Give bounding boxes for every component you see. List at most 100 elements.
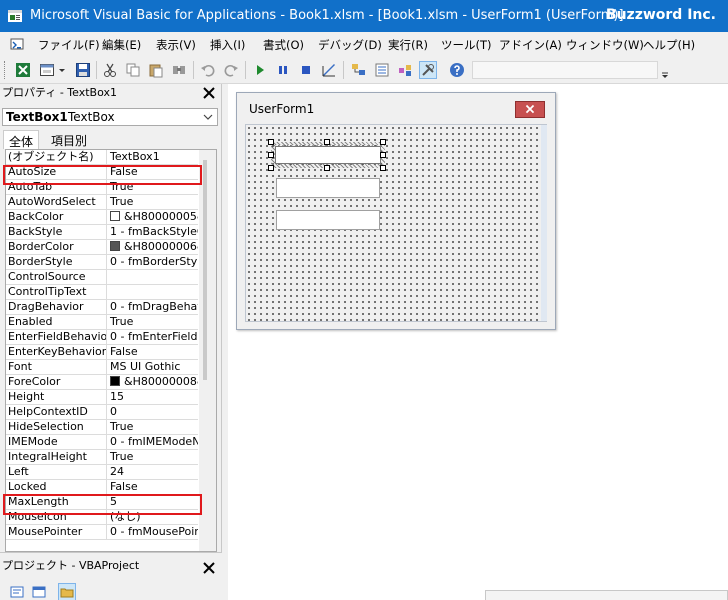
property-row[interactable]: (オブジェクト名) TextBox1 bbox=[6, 150, 198, 165]
cut-icon[interactable] bbox=[101, 61, 119, 79]
property-row[interactable]: Left 24 bbox=[6, 465, 198, 480]
property-row[interactable]: IMEMode0 - fmIMEModeNoControl bbox=[6, 435, 198, 450]
property-value[interactable]: True bbox=[108, 450, 198, 465]
resize-handle[interactable] bbox=[324, 165, 330, 171]
menu-view[interactable]: 表示(V) bbox=[156, 37, 196, 53]
property-row[interactable]: BorderStyle0 - fmBorderStyleNone bbox=[6, 255, 198, 270]
resize-handle[interactable] bbox=[268, 152, 274, 158]
menu-addins[interactable]: アドイン(A) bbox=[499, 37, 562, 53]
menu-edit[interactable]: 編集(E) bbox=[102, 37, 141, 53]
property-value[interactable]: 0 - fmDragBehaviorDisabled bbox=[108, 300, 198, 315]
toolbar-options-icon[interactable] bbox=[660, 60, 670, 80]
resize-handle[interactable] bbox=[380, 152, 386, 158]
run-icon[interactable] bbox=[251, 61, 269, 79]
excel-icon[interactable] bbox=[14, 61, 32, 79]
property-value[interactable]: 0 - fmMousePointerDefault bbox=[108, 525, 198, 540]
property-row[interactable]: BorderColor &H80000006& bbox=[6, 240, 198, 255]
break-icon[interactable] bbox=[274, 61, 292, 79]
property-row[interactable]: ControlTipText bbox=[6, 285, 198, 300]
menu-insert[interactable]: 挿入(I) bbox=[210, 37, 245, 53]
close-icon[interactable] bbox=[200, 559, 218, 577]
property-row[interactable]: Enabled True bbox=[6, 315, 198, 330]
property-value[interactable]: TextBox1 bbox=[108, 150, 198, 165]
paste-icon[interactable] bbox=[147, 61, 165, 79]
close-icon[interactable] bbox=[200, 84, 218, 102]
property-value[interactable]: &H80000005& bbox=[108, 210, 198, 225]
reset-icon[interactable] bbox=[297, 61, 315, 79]
resize-handle[interactable] bbox=[324, 139, 330, 145]
property-row[interactable]: MousePointer0 - fmMousePointerDefault bbox=[6, 525, 198, 540]
property-value[interactable]: 0 - fmBorderStyleNone bbox=[108, 255, 198, 270]
property-row[interactable]: Font MS UI Gothic bbox=[6, 360, 198, 375]
toolbox-icon[interactable] bbox=[419, 61, 437, 79]
property-value[interactable]: 0 - fmIMEModeNoControl bbox=[108, 435, 198, 450]
chevron-down-icon[interactable] bbox=[203, 113, 213, 121]
property-row[interactable]: ControlSource bbox=[6, 270, 198, 285]
property-value[interactable]: False bbox=[108, 345, 198, 360]
undo-icon[interactable] bbox=[199, 61, 217, 79]
property-grid-scrollbar[interactable] bbox=[199, 150, 216, 551]
menu-debug[interactable]: デバッグ(D) bbox=[318, 37, 382, 53]
menu-run[interactable]: 実行(R) bbox=[388, 37, 428, 53]
menu-format[interactable]: 書式(O) bbox=[263, 37, 304, 53]
property-row[interactable]: HelpContextID 0 bbox=[6, 405, 198, 420]
textbox2-control[interactable] bbox=[276, 178, 380, 198]
property-row[interactable]: ForeColor &H80000008& bbox=[6, 375, 198, 390]
object-browser-icon[interactable] bbox=[396, 61, 414, 79]
property-value[interactable]: &H80000006& bbox=[108, 240, 198, 255]
textbox3-control[interactable] bbox=[276, 210, 380, 230]
menu-file[interactable]: ファイル(F) bbox=[38, 37, 100, 53]
property-row[interactable]: BackStyle1 - fmBackStyleOpaque bbox=[6, 225, 198, 240]
resize-handle[interactable] bbox=[268, 139, 274, 145]
property-row[interactable]: IntegralHeight True bbox=[6, 450, 198, 465]
property-row[interactable]: DragBehavior0 - fmDragBehaviorDisabled bbox=[6, 300, 198, 315]
property-row[interactable]: BackColor &H80000005& bbox=[6, 210, 198, 225]
property-value[interactable] bbox=[108, 270, 198, 285]
property-value[interactable]: 0 - fmEnterFieldBehaviorSelectAll bbox=[108, 330, 198, 345]
project-explorer-icon[interactable] bbox=[350, 61, 368, 79]
property-value[interactable]: 15 bbox=[108, 390, 198, 405]
toolbar-grip[interactable] bbox=[4, 61, 7, 79]
property-value[interactable]: MS UI Gothic bbox=[108, 360, 198, 375]
scrollbar-thumb[interactable] bbox=[203, 160, 207, 380]
copy-icon[interactable] bbox=[124, 61, 142, 79]
resize-handle[interactable] bbox=[380, 139, 386, 145]
view-object-icon[interactable] bbox=[30, 583, 48, 600]
userform-close-icon[interactable] bbox=[515, 101, 545, 118]
property-row[interactable]: AutoWordSelect True bbox=[6, 195, 198, 210]
find-icon[interactable] bbox=[170, 61, 188, 79]
property-row[interactable]: EnterFieldBehavior0 - fmEnterFieldBehavi… bbox=[6, 330, 198, 345]
resize-handle[interactable] bbox=[268, 165, 274, 171]
property-row[interactable]: HideSelection True bbox=[6, 420, 198, 435]
dropdown-arrow-icon[interactable] bbox=[57, 61, 67, 79]
redo-icon[interactable] bbox=[222, 61, 240, 79]
property-value[interactable]: 0 bbox=[108, 405, 198, 420]
save-icon[interactable] bbox=[74, 61, 92, 79]
toggle-folders-icon[interactable] bbox=[58, 583, 76, 600]
menu-window[interactable]: ウィンドウ(W) bbox=[566, 37, 644, 53]
textbox1-control[interactable] bbox=[275, 146, 381, 164]
view-code-icon[interactable] bbox=[8, 583, 26, 600]
property-value[interactable]: True bbox=[108, 195, 198, 210]
property-value[interactable]: 1 - fmBackStyleOpaque bbox=[108, 225, 198, 240]
properties-icon[interactable] bbox=[373, 61, 391, 79]
design-mode-icon[interactable] bbox=[320, 61, 338, 79]
tab-categorized[interactable]: 項目別 bbox=[46, 130, 92, 149]
property-value[interactable] bbox=[108, 285, 198, 300]
tab-alphabetic[interactable]: 全体 bbox=[3, 130, 40, 149]
insert-form-icon[interactable] bbox=[38, 61, 56, 79]
help-icon[interactable] bbox=[448, 61, 466, 79]
object-selector[interactable]: TextBox1 TextBox bbox=[2, 108, 218, 126]
property-value[interactable]: 24 bbox=[108, 465, 198, 480]
property-row[interactable]: Height 15 bbox=[6, 390, 198, 405]
resize-handle[interactable] bbox=[380, 165, 386, 171]
menu-tools[interactable]: ツール(T) bbox=[441, 37, 492, 53]
property-value[interactable]: True bbox=[108, 420, 198, 435]
property-value[interactable]: &H80000008& bbox=[108, 375, 198, 390]
vba-menu-icon[interactable] bbox=[9, 36, 25, 52]
property-row[interactable]: Locked False bbox=[6, 480, 198, 495]
property-value[interactable]: False bbox=[108, 480, 198, 495]
property-value[interactable]: True bbox=[108, 315, 198, 330]
menu-help[interactable]: ヘルプ(H) bbox=[643, 37, 695, 53]
property-row[interactable]: EnterKeyBehavior False bbox=[6, 345, 198, 360]
